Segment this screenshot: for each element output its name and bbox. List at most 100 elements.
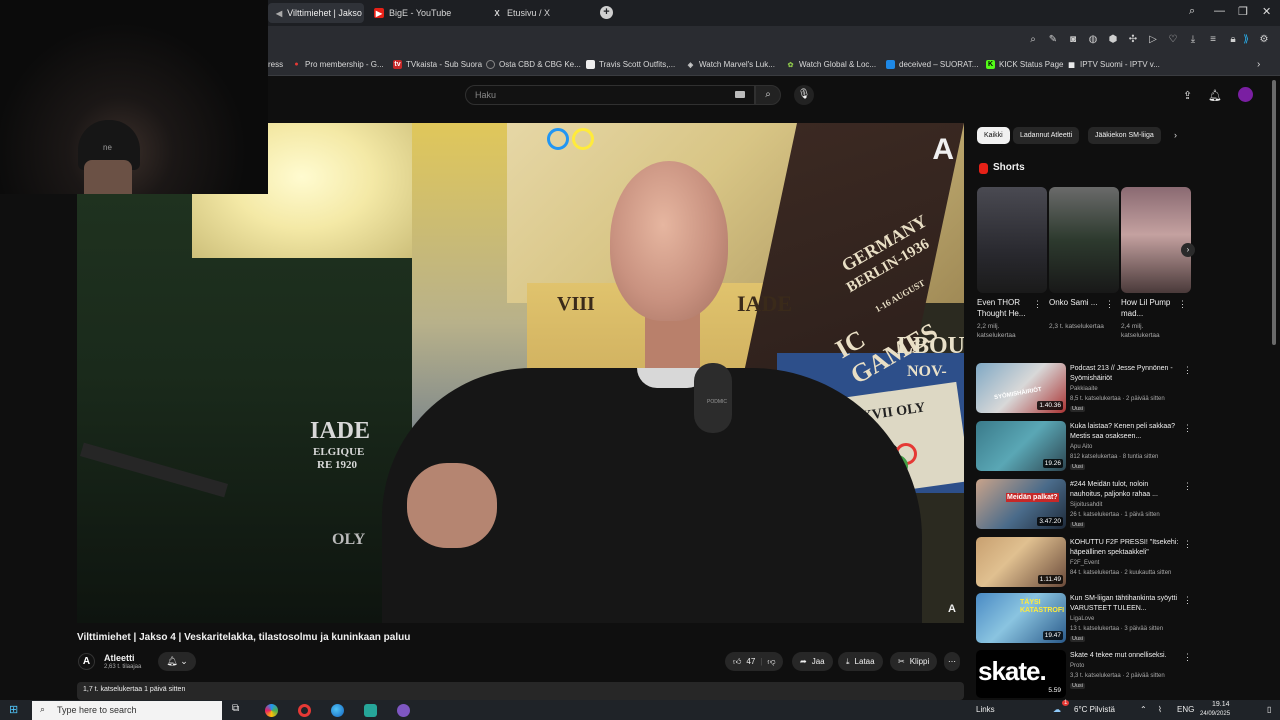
new-tab-button[interactable]: +: [600, 6, 613, 19]
settings-icon[interactable]: ⚙: [1258, 34, 1270, 46]
chip-sm-liiga[interactable]: Jääkiekon SM-liiga: [1088, 127, 1161, 144]
discord-icon[interactable]: [397, 704, 410, 717]
aria-icon[interactable]: ⟫: [1240, 34, 1252, 46]
camera-icon[interactable]: ◙: [1067, 34, 1079, 46]
short-title[interactable]: Onko Sami ...: [1049, 297, 1111, 308]
recommendation-channel[interactable]: Apu Aito: [1070, 444, 1092, 450]
more-actions-button[interactable]: ⋯: [944, 652, 960, 671]
recommendation-thumbnail[interactable]: skate. 5.59: [976, 650, 1066, 698]
page-scrollbar[interactable]: [1272, 80, 1276, 345]
recommendation-thumbnail[interactable]: Meidän palkat? 3.47.20: [976, 479, 1066, 529]
keyboard-icon[interactable]: [735, 91, 745, 98]
bookmark-item[interactable]: Travis Scott Outfits,...: [586, 60, 675, 69]
description-box[interactable]: 1,7 t. katselukertaa 1 päivä sitten: [77, 682, 964, 700]
bookmark-item[interactable]: ▦ IPTV Suomi - IPTV v...: [1067, 60, 1160, 69]
recommendation-title[interactable]: KOHUTTU F2F PRESSI! "Itsekehi: häpeällin…: [1070, 538, 1180, 558]
short-thumbnail[interactable]: [977, 187, 1047, 293]
download-button[interactable]: ⤓ Lataa: [838, 652, 883, 671]
minimize-icon[interactable]: —: [1214, 5, 1225, 17]
mic-button[interactable]: 🎙︎: [794, 85, 814, 105]
recommendation-title[interactable]: Kun SM-liigan tähtihankinta syöytti VARU…: [1070, 594, 1180, 614]
extension-icon[interactable]: ✣: [1127, 34, 1139, 46]
chip-all[interactable]: Kaikki: [977, 127, 1010, 144]
channel-name[interactable]: Atleetti: [104, 653, 135, 663]
search-button[interactable]: ⌕: [755, 85, 781, 105]
shield-icon[interactable]: ◍: [1087, 34, 1099, 46]
like-button[interactable]: 👍︎ 47 | 👎︎: [725, 652, 784, 671]
search-tabs-icon[interactable]: ⌕: [1189, 5, 1195, 18]
edge-icon[interactable]: [331, 704, 344, 717]
chevron-up-icon[interactable]: ⌃: [1140, 705, 1147, 714]
recommendation-channel[interactable]: Pakkiaaite: [1070, 386, 1098, 392]
shorts-next-button[interactable]: ›: [1181, 243, 1195, 257]
more-vert-icon[interactable]: ⋮: [1105, 299, 1114, 310]
play-icon[interactable]: ▷: [1147, 34, 1159, 46]
share-button[interactable]: ➦ Jaa: [792, 652, 833, 671]
menu-icon[interactable]: ≡: [1207, 34, 1219, 46]
more-vert-icon[interactable]: ⋮: [1183, 652, 1192, 663]
clock-date[interactable]: 24/09/2025: [1200, 711, 1230, 717]
zoom-icon[interactable]: ⌕: [1027, 34, 1039, 46]
clock-time[interactable]: 19.14: [1212, 701, 1230, 708]
bell-icon[interactable]: 🔔︎: [1208, 89, 1222, 102]
thumbs-down-icon[interactable]: 👎︎: [767, 652, 775, 671]
recommendation-thumbnail[interactable]: SYÖMISHÄIRIÖT 1.40.36: [976, 363, 1066, 413]
bookmark-item[interactable]: tv TVkaista - Sub Suora: [393, 60, 482, 69]
bookmark-item[interactable]: K KICK Status Page: [986, 60, 1063, 69]
opera-icon[interactable]: [298, 704, 311, 717]
recommendation-thumbnail[interactable]: TÄYSI KATASTROFI 19.47: [976, 593, 1066, 643]
more-vert-icon[interactable]: ⋮: [1183, 423, 1192, 434]
chip-uploaded-by[interactable]: Ladannut Atleetti: [1013, 127, 1080, 144]
task-view-icon[interactable]: ⧉: [232, 703, 239, 714]
heart-icon[interactable]: ♡: [1167, 34, 1179, 46]
links-toolbar[interactable]: Links: [976, 705, 995, 714]
bookmark-item[interactable]: ress: [268, 60, 283, 69]
chevron-right-icon[interactable]: ›: [1257, 59, 1260, 70]
edit-icon[interactable]: ✎: [1047, 34, 1059, 46]
chevron-right-icon[interactable]: ›: [1174, 130, 1177, 140]
short-title[interactable]: How Lil Pump mad...: [1121, 297, 1183, 319]
app-icon[interactable]: [265, 704, 278, 717]
more-vert-icon[interactable]: ⋮: [1183, 595, 1192, 606]
recommendation-thumbnail[interactable]: 19.26: [976, 421, 1066, 471]
short-thumbnail[interactable]: [1049, 187, 1119, 293]
lock-icon[interactable]: 🔒︎: [1227, 34, 1239, 46]
vpn-icon[interactable]: ⬢: [1107, 34, 1119, 46]
short-title[interactable]: Even THOR Thought He...: [977, 297, 1039, 319]
more-vert-icon[interactable]: ⋮: [1178, 299, 1187, 310]
weather-text[interactable]: 6°C Pilvistä: [1074, 705, 1115, 714]
tab-bige-youtube[interactable]: ▶ BigE - YouTube: [366, 3, 478, 23]
recommendation-title[interactable]: Skate 4 tekee mut onnelliseksi.: [1070, 651, 1180, 661]
more-vert-icon[interactable]: ⋮: [1033, 299, 1042, 310]
short-thumbnail[interactable]: [1121, 187, 1191, 293]
recommendation-channel[interactable]: F2F_Event: [1070, 560, 1099, 566]
bookmark-item[interactable]: ✿ Watch Global & Loc...: [786, 60, 877, 69]
bookmark-item[interactable]: ◈ Watch Marvel's Luk...: [686, 60, 775, 69]
recommendation-channel[interactable]: Proto: [1070, 663, 1084, 669]
recommendation-channel[interactable]: LigaLove: [1070, 616, 1094, 622]
notification-icon[interactable]: ▯: [1267, 705, 1271, 714]
network-icon[interactable]: ⌇: [1158, 705, 1162, 714]
subscribed-bell-button[interactable]: 🔔︎ ⌄: [158, 652, 196, 671]
recommendation-channel[interactable]: Sijoitusahdit: [1070, 502, 1102, 508]
channel-avatar[interactable]: A: [78, 653, 95, 670]
more-vert-icon[interactable]: ⋮: [1183, 539, 1192, 550]
clip-button[interactable]: ✂ Klippi: [890, 652, 938, 671]
app-icon[interactable]: [364, 704, 377, 717]
more-vert-icon[interactable]: ⋮: [1183, 365, 1192, 376]
tab-x-home[interactable]: X Etusivu / X: [484, 3, 594, 23]
taskbar-search-input[interactable]: Type here to search: [32, 701, 222, 720]
more-vert-icon[interactable]: ⋮: [1183, 481, 1192, 492]
recommendation-title[interactable]: #244 Meidän tulot, noloin nauhoitus, pal…: [1070, 480, 1180, 500]
language-indicator[interactable]: ENG: [1177, 705, 1194, 714]
close-icon[interactable]: ✕: [1262, 5, 1271, 18]
maximize-icon[interactable]: ❐: [1238, 5, 1248, 18]
bookmark-item[interactable]: deceived – SUORAT...: [886, 60, 978, 69]
recommendation-title[interactable]: Kuka laistaa? Kenen peli sakkaa? Mestis …: [1070, 422, 1180, 442]
windows-start-icon[interactable]: ⊞: [9, 703, 18, 716]
search-input[interactable]: Haku: [465, 85, 755, 105]
video-player[interactable]: GERMANY BERLIN-1936 1-16 AUGUST IC GAMES…: [77, 123, 964, 623]
bookmark-item[interactable]: ● Pro membership - G...: [292, 60, 383, 69]
upload-icon[interactable]: ⇪: [1183, 89, 1192, 102]
tab-vilttimiehet[interactable]: ◀ Vilttimiehet | Jakso 4 |: [268, 3, 364, 23]
